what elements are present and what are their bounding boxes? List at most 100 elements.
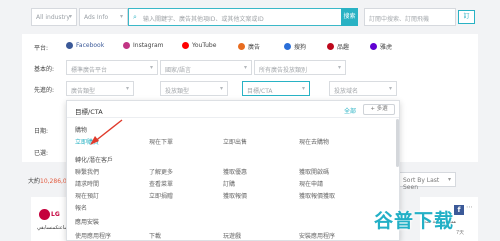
sogou-icon bbox=[284, 43, 291, 50]
subscribe-input[interactable]: 訂閱中搜索、訂閱飛機 bbox=[364, 8, 456, 26]
more-icon[interactable]: ⋯ bbox=[466, 203, 473, 211]
search-bar: All industry ▾ Ads Info ▾ ⌕ 输入關鍵字、廣告其他項I… bbox=[0, 0, 500, 34]
option-download[interactable]: 下載 bbox=[149, 231, 161, 240]
youtube-icon bbox=[182, 42, 189, 49]
keyword-placeholder: 输入關鍵字、廣告其他項ID、或其他文案或ID bbox=[143, 16, 264, 23]
platform-yahoo[interactable]: 雅虎 bbox=[370, 42, 392, 51]
option-get-code[interactable]: 獲取開啟碼 bbox=[299, 167, 329, 176]
platform-yahoo-label: 雅虎 bbox=[380, 44, 393, 51]
chevron-down-icon: ▾ bbox=[119, 13, 123, 20]
option-install-app[interactable]: 安裝應用程序 bbox=[299, 231, 335, 240]
option-order-now[interactable]: 現在下單 bbox=[149, 137, 173, 146]
advanced-dropdown-cta-label: 目標/CTA bbox=[247, 88, 273, 95]
selected-label: 已選: bbox=[34, 150, 49, 157]
option-get-quote[interactable]: 獲取報價 bbox=[223, 191, 247, 200]
option-sign-up[interactable]: 報名 bbox=[75, 203, 87, 212]
chevron-down-icon: ▾ bbox=[447, 176, 451, 183]
option-buy-now[interactable]: 立即購買 bbox=[75, 137, 99, 146]
adsinfo-select[interactable]: Ads Info ▾ bbox=[79, 8, 128, 26]
advanced-dropdown-adtype-label: 廣告類型 bbox=[71, 88, 96, 95]
basic-dropdown-category[interactable]: 所有廣告投放類別 ▾ bbox=[254, 60, 346, 75]
platform-sogou-label: 搜狗 bbox=[294, 44, 307, 51]
result-count-value: 10,286,0 bbox=[40, 178, 67, 185]
platform-guanggao[interactable]: 廣告 bbox=[238, 42, 260, 51]
group-shopping: 購物 bbox=[75, 127, 88, 134]
instagram-icon bbox=[123, 42, 130, 49]
option-apply-now[interactable]: 現在申請 bbox=[299, 179, 323, 188]
chevron-down-icon: ▾ bbox=[68, 13, 72, 20]
subscribe-placeholder: 訂閱中搜索、訂閱飛機 bbox=[369, 16, 430, 23]
lg-logo-icon bbox=[39, 209, 50, 220]
subscribe-button[interactable]: 訂 bbox=[458, 10, 475, 24]
ad-days: 7天 bbox=[456, 230, 465, 236]
option-donate-now[interactable]: 立即捐贈 bbox=[149, 191, 173, 200]
basic-label: 基本的: bbox=[34, 66, 55, 73]
sort-select[interactable]: Sort By Last Seen ▾ bbox=[398, 172, 456, 191]
platform-instagram[interactable]: Instagram bbox=[123, 42, 164, 49]
option-play-game[interactable]: 玩遊戲 bbox=[223, 231, 241, 240]
ad-icon bbox=[238, 43, 245, 50]
platform-sogou[interactable]: 搜狗 bbox=[284, 42, 306, 51]
advanced-dropdown-placement[interactable]: 投放類型 ▾ bbox=[160, 81, 228, 96]
ad-brand: LG bbox=[51, 211, 60, 218]
facebook-icon: f bbox=[454, 205, 464, 215]
keyword-input[interactable]: ⌕ 输入關鍵字、廣告其他項ID、或其他文案或ID bbox=[128, 8, 342, 26]
option-book-now[interactable]: 現在預訂 bbox=[75, 191, 99, 200]
chevron-down-icon: ▾ bbox=[243, 64, 247, 71]
platform-label: 平台: bbox=[34, 45, 49, 52]
date-label: 日期: bbox=[34, 128, 49, 135]
chevron-down-icon: ▾ bbox=[337, 64, 341, 71]
platform-instagram-label: Instagram bbox=[133, 42, 164, 49]
popup-title: 目標/CTA bbox=[75, 108, 103, 116]
platform-youtube-label: YouTube bbox=[192, 42, 217, 49]
adsinfo-select-label: Ads Info bbox=[84, 14, 109, 21]
group-app-install: 應用安裝 bbox=[75, 219, 100, 226]
option-request-time[interactable]: 請求時間 bbox=[75, 179, 99, 188]
watermark-logo: 谷普下载 bbox=[374, 210, 455, 232]
facebook-icon bbox=[66, 42, 73, 49]
option-use-app[interactable]: 使用應用程序 bbox=[75, 231, 111, 240]
platform-facebook[interactable]: Facebook bbox=[66, 42, 104, 49]
scrollbar[interactable] bbox=[396, 119, 399, 167]
basic-dropdown-country-label: 國家/語言 bbox=[165, 67, 192, 74]
chevron-down-icon: ▾ bbox=[388, 85, 392, 92]
divider bbox=[67, 117, 399, 118]
platform-guanggao-label: 廣告 bbox=[248, 44, 261, 51]
basic-dropdown-platform-label: 標準廣告平台 bbox=[71, 67, 108, 74]
basic-dropdown-country[interactable]: 國家/語言 ▾ bbox=[160, 60, 252, 75]
industry-select-label: All industry bbox=[36, 14, 70, 21]
platform-pinterest[interactable]: 品趣 bbox=[327, 42, 349, 51]
industry-select[interactable]: All industry ▾ bbox=[31, 8, 77, 26]
advanced-dropdown-cta[interactable]: 目標/CTA ▾ bbox=[242, 81, 310, 96]
option-order[interactable]: 訂購 bbox=[223, 179, 235, 188]
option-get-quote-2[interactable]: 獲取報價獲取 bbox=[299, 191, 335, 200]
advanced-dropdown-domain-label: 投放域名 bbox=[334, 88, 359, 95]
option-contact-us[interactable]: 聯繫我們 bbox=[75, 167, 99, 176]
option-learn-more[interactable]: 了解更多 bbox=[149, 167, 173, 176]
select-all-link[interactable]: 全部 bbox=[344, 106, 356, 115]
option-get-offer[interactable]: 獲取優惠 bbox=[223, 167, 247, 176]
search-button[interactable]: 搜索 bbox=[341, 8, 358, 26]
chevron-down-icon: ▾ bbox=[219, 85, 223, 92]
platform-pinterest-label: 品趣 bbox=[337, 44, 350, 51]
multi-select-button[interactable]: + 多選 bbox=[363, 104, 395, 115]
advanced-dropdown-placement-label: 投放類型 bbox=[165, 88, 190, 95]
platform-youtube[interactable]: YouTube bbox=[182, 42, 216, 49]
option-sell-now[interactable]: 立即出售 bbox=[223, 137, 247, 146]
yahoo-icon bbox=[370, 43, 377, 50]
option-shop-now[interactable]: 現在去購物 bbox=[299, 137, 329, 146]
basic-dropdown-platform[interactable]: 標準廣告平台 ▾ bbox=[66, 60, 158, 75]
result-count-prefix: 大約 bbox=[28, 178, 41, 185]
advanced-dropdown-domain[interactable]: 投放域名 ▾ bbox=[329, 81, 397, 96]
advanced-dropdown-adtype[interactable]: 廣告類型 ▾ bbox=[66, 81, 134, 96]
platform-facebook-label: Facebook bbox=[76, 42, 105, 49]
cta-dropdown-popup: 目標/CTA 全部 + 多選 購物 立即購買 現在下單 立即出售 現在去購物 轉… bbox=[66, 100, 400, 241]
page: All industry ▾ Ads Info ▾ ⌕ 输入關鍵字、廣告其他項I… bbox=[0, 0, 500, 241]
chevron-down-icon: ▾ bbox=[301, 85, 305, 92]
ad-card[interactable]: LG ساعتكمنسابقي bbox=[31, 197, 68, 241]
search-icon: ⌕ bbox=[133, 13, 137, 21]
advanced-label: 先進的: bbox=[34, 87, 55, 94]
chevron-down-icon: ▾ bbox=[149, 64, 153, 71]
option-view-menu[interactable]: 查看菜單 bbox=[149, 179, 173, 188]
group-conversion: 轉化/潛在客戶 bbox=[75, 157, 114, 164]
